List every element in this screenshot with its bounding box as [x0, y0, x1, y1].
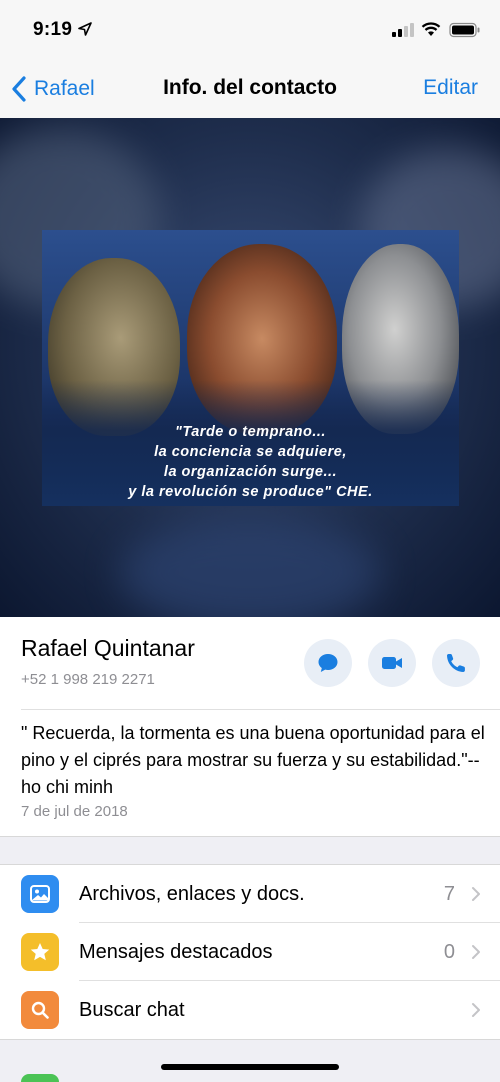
chevron-right-icon — [472, 1003, 480, 1017]
navigation-bar: Rafael Info. del contacto Editar — [0, 60, 500, 118]
contact-about: " Recuerda, la tormenta es una buena opo… — [21, 723, 485, 797]
profile-image-poster: "Tarde o temprano... la conciencia se ad… — [42, 230, 459, 506]
phone-icon — [447, 654, 465, 672]
photo-caption: "Tarde o temprano... la conciencia se ad… — [42, 422, 459, 502]
voice-call-button[interactable] — [432, 639, 480, 687]
next-section-icon[interactable] — [21, 1074, 59, 1082]
card-divider — [21, 709, 500, 710]
home-indicator[interactable] — [161, 1064, 339, 1070]
contact-card: Rafael Quintanar +52 1 998 219 2271 " Re… — [0, 617, 500, 837]
menu-item-count: 0 — [443, 940, 455, 963]
photo-caption-line: "Tarde o temprano... — [175, 424, 326, 440]
chat-bubble-icon — [318, 654, 338, 672]
status-bar: 9:19 — [0, 0, 500, 60]
battery-icon — [449, 22, 480, 38]
about-date: 7 de jul de 2018 — [21, 803, 128, 820]
back-button-label: Rafael — [34, 77, 95, 100]
photo-caption-line: la organización surge... — [163, 464, 338, 480]
video-camera-icon — [382, 657, 402, 669]
menu-item-count: 7 — [443, 882, 455, 905]
video-call-button[interactable] — [368, 639, 416, 687]
menu-item-search-chat[interactable]: Buscar chat — [0, 981, 500, 1039]
chevron-right-icon — [472, 887, 480, 901]
chevron-right-icon — [472, 945, 480, 959]
contact-name: Rafael Quintanar — [21, 635, 195, 661]
back-button[interactable]: Rafael — [10, 74, 95, 104]
search-icon — [21, 991, 59, 1029]
chevron-left-icon — [12, 76, 26, 102]
menu-item-media-links-docs[interactable]: Archivos, enlaces y docs. 7 — [0, 865, 500, 923]
photo-icon — [21, 875, 59, 913]
contact-options-list: Archivos, enlaces y docs. 7 Mensajes des… — [0, 864, 500, 1040]
menu-item-label: Archivos, enlaces y docs. — [79, 882, 305, 905]
cellular-signal-icon — [392, 23, 416, 37]
profile-photo[interactable]: "Tarde o temprano... la conciencia se ad… — [0, 118, 500, 617]
location-arrow-icon — [78, 22, 92, 36]
menu-item-label: Mensajes destacados — [79, 940, 273, 963]
menu-item-label: Buscar chat — [79, 998, 185, 1021]
star-icon — [21, 933, 59, 971]
edit-button[interactable]: Editar — [423, 76, 478, 100]
message-button[interactable] — [304, 639, 352, 687]
contact-phone[interactable]: +52 1 998 219 2271 — [21, 671, 155, 688]
wifi-icon — [421, 22, 441, 36]
status-time: 9:19 — [33, 19, 73, 40]
photo-caption-line: y la revolución se produce" CHE. — [128, 484, 373, 500]
photo-caption-line: la conciencia se adquiere, — [154, 444, 347, 460]
menu-item-starred-messages[interactable]: Mensajes destacados 0 — [0, 923, 500, 981]
